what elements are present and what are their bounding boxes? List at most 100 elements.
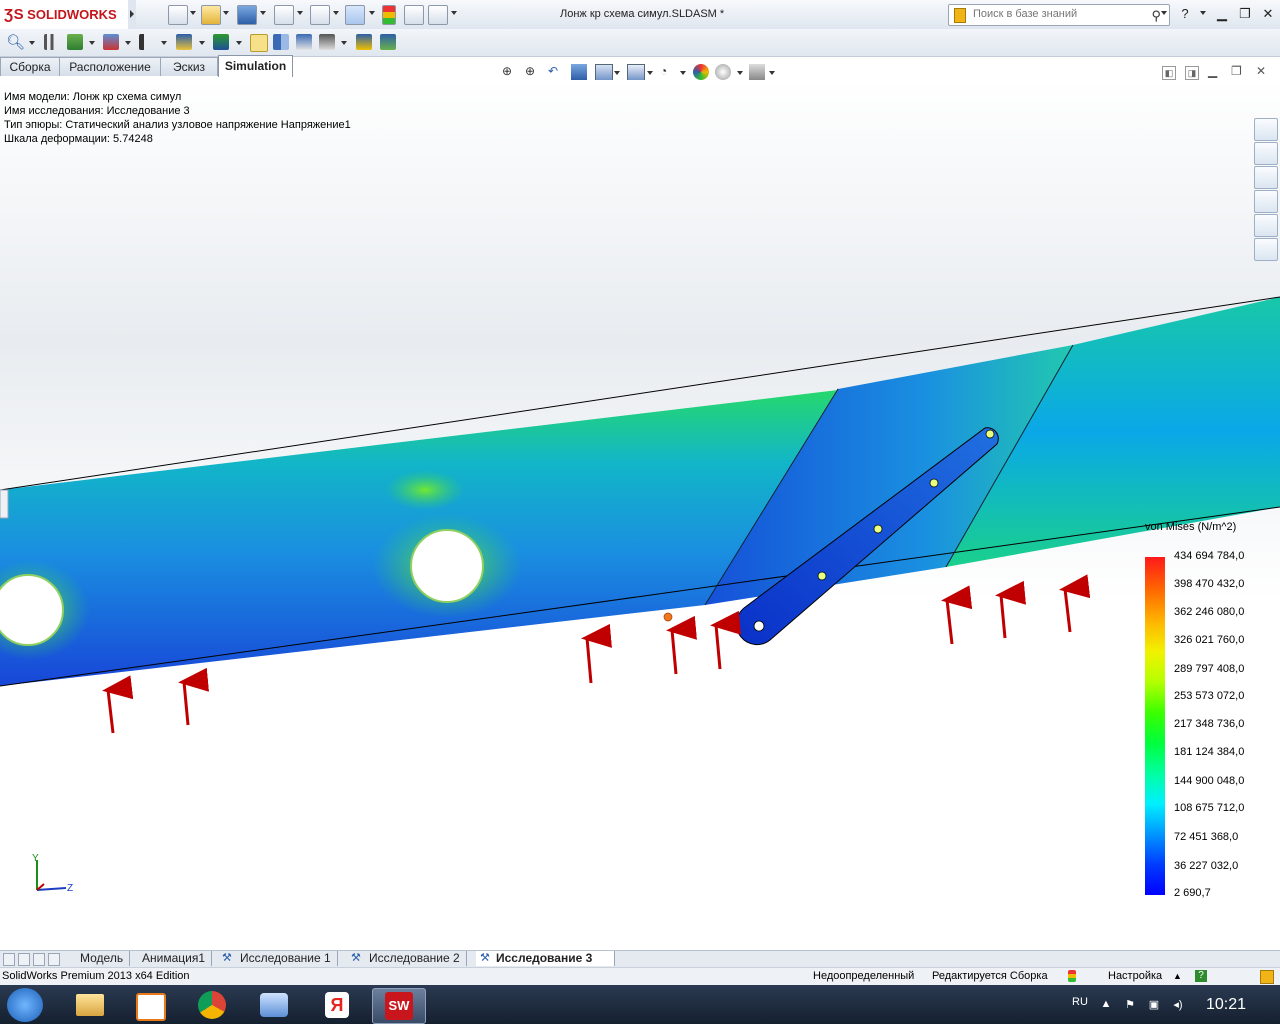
scene-icon[interactable] [715, 64, 731, 80]
new-dropdown-icon[interactable] [190, 11, 196, 15]
options-dropdown-icon[interactable] [451, 11, 457, 15]
print-dropdown-icon[interactable] [297, 11, 303, 15]
select-dropdown-icon[interactable] [369, 11, 375, 15]
taskbar-yandex[interactable]: Я [311, 988, 363, 1022]
settings-menu[interactable]: Настройка [1108, 968, 1162, 985]
view-orientation-dropdown-icon[interactable] [614, 71, 620, 75]
custom-properties-icon[interactable] [1254, 238, 1278, 261]
report-icon[interactable] [176, 34, 192, 50]
viewport-left-icon[interactable]: ◧ [1162, 66, 1176, 80]
view-settings-dropdown-icon[interactable] [769, 71, 775, 75]
restore-window-icon[interactable]: ❐ [1236, 6, 1254, 22]
tab-study-2[interactable]: ⚒ Исследование 2 [347, 951, 467, 966]
open-dropdown-icon[interactable] [223, 11, 229, 15]
section-dropdown-icon[interactable] [161, 41, 167, 45]
new-document-icon[interactable] [168, 5, 188, 25]
volume-icon[interactable]: ◂) [1172, 998, 1184, 1011]
solidworks-resources-icon[interactable] [1254, 118, 1278, 141]
design-check-icon[interactable] [319, 34, 335, 50]
viewport-right-icon[interactable]: ◨ [1185, 66, 1199, 80]
save-icon[interactable] [237, 5, 257, 25]
list-icon[interactable] [44, 34, 60, 50]
display-style-dropdown-icon[interactable] [647, 71, 653, 75]
tab-assembly[interactable]: Сборка [0, 57, 60, 76]
taskbar-explorer[interactable] [64, 988, 116, 1022]
tab-simulation[interactable]: Simulation [218, 55, 293, 77]
probe-dropdown-icon[interactable] [125, 41, 131, 45]
undo-icon[interactable] [310, 5, 330, 25]
tag-icon[interactable] [1260, 970, 1274, 984]
input-language[interactable]: RU [1072, 996, 1088, 1008]
hide-show-dropdown-icon[interactable] [680, 71, 686, 75]
knowledge-base-search[interactable]: ⚲ [948, 4, 1170, 26]
zoom-dropdown-icon[interactable] [29, 41, 35, 45]
tab-animation1[interactable]: Анимация1 [136, 951, 213, 966]
previous-view-icon[interactable]: ↶ [548, 64, 564, 80]
graphics-viewport[interactable]: Y Z [0, 80, 1280, 950]
tab-sketch[interactable]: Эскиз [160, 57, 218, 76]
result-plot-dropdown-icon[interactable] [236, 41, 242, 45]
solidworks-logo[interactable]: ƷS SOLIDWORKS [0, 0, 129, 29]
feature-manager-flyout-handle[interactable] [0, 489, 9, 519]
search-icon[interactable]: ⚲ [1151, 8, 1161, 24]
search-dropdown-icon[interactable] [1161, 11, 1167, 15]
rebuild-status-icon[interactable] [1068, 970, 1076, 982]
start-button-icon[interactable] [7, 988, 43, 1022]
menu-expand-arrow[interactable] [128, 0, 136, 29]
viewport-minimize-icon[interactable]: ▁ [1208, 64, 1217, 78]
print-icon[interactable] [274, 5, 294, 25]
design-check-dropdown-icon[interactable] [341, 41, 347, 45]
animate-icon[interactable] [296, 34, 312, 50]
view-palette-icon[interactable] [1254, 190, 1278, 213]
result-plot-icon[interactable] [213, 34, 229, 50]
select-cursor-icon[interactable] [345, 5, 365, 25]
file-properties-icon[interactable] [404, 5, 424, 25]
system-clock[interactable]: 10:21 [1206, 996, 1246, 1014]
save-dropdown-icon[interactable] [260, 11, 266, 15]
close-window-icon[interactable]: ✕ [1259, 6, 1277, 22]
viewport-close-icon[interactable]: ✕ [1256, 64, 1266, 78]
design-library-icon[interactable] [1254, 142, 1278, 165]
zoom-to-area-icon[interactable]: ⊕ [525, 64, 541, 80]
compare-icon[interactable] [273, 34, 289, 50]
file-explorer-icon[interactable] [1254, 166, 1278, 189]
section-icon[interactable] [139, 34, 155, 50]
help-dropdown-icon[interactable] [1200, 11, 1206, 15]
last-tab-arrow-icon[interactable] [48, 953, 60, 966]
status-help-icon[interactable]: ? [1195, 970, 1207, 982]
tab-model[interactable]: Модель [74, 951, 131, 966]
appearance-icon[interactable] [693, 64, 709, 80]
minimize-window-icon[interactable]: ▁ [1213, 6, 1231, 22]
previous-tab-arrow-icon[interactable] [18, 953, 30, 966]
help-icon[interactable]: ? [1176, 6, 1194, 21]
taskbar-audio[interactable] [248, 988, 300, 1022]
probe-icon[interactable] [103, 34, 119, 50]
taskbar-media-player[interactable] [123, 988, 175, 1022]
hide-show-icon[interactable]: ◔ [660, 64, 676, 80]
report-dropdown-icon[interactable] [199, 41, 205, 45]
next-tab-arrow-icon[interactable] [33, 953, 45, 966]
settings-up-arrow-icon[interactable]: ▲ [1173, 968, 1182, 985]
tab-study-1[interactable]: ⚒ Исследование 1 [218, 951, 338, 966]
undo-dropdown-icon[interactable] [333, 11, 339, 15]
tab-study-3[interactable]: ⚒ Исследование 3 [476, 951, 615, 966]
search-input[interactable] [971, 7, 1145, 21]
taskbar-solidworks[interactable]: SW [372, 988, 426, 1024]
export-icon[interactable] [356, 34, 372, 50]
zoom-icon[interactable]: 🔍︎ [6, 33, 25, 51]
viewport-restore-icon[interactable]: ❐ [1231, 64, 1242, 78]
show-hidden-icons-icon[interactable]: ▲ [1100, 998, 1112, 1010]
view-settings-icon[interactable] [749, 64, 765, 80]
tab-layout[interactable]: Расположение [59, 57, 161, 76]
rebuild-traffic-light-icon[interactable] [382, 5, 396, 25]
zoom-to-fit-icon[interactable]: ⊕ [502, 64, 518, 80]
action-center-flag-icon[interactable]: ⚑ [1124, 998, 1136, 1011]
deformed-shape-icon[interactable] [250, 34, 268, 52]
first-tab-arrow-icon[interactable] [3, 953, 15, 966]
chart-edit-icon[interactable] [67, 34, 83, 50]
taskbar-chrome[interactable] [186, 988, 238, 1022]
settings-sim-icon[interactable] [380, 34, 396, 50]
appearances-scenes-icon[interactable] [1254, 214, 1278, 237]
network-icon[interactable]: ▣ [1148, 998, 1160, 1011]
section-view-icon[interactable] [571, 64, 587, 80]
